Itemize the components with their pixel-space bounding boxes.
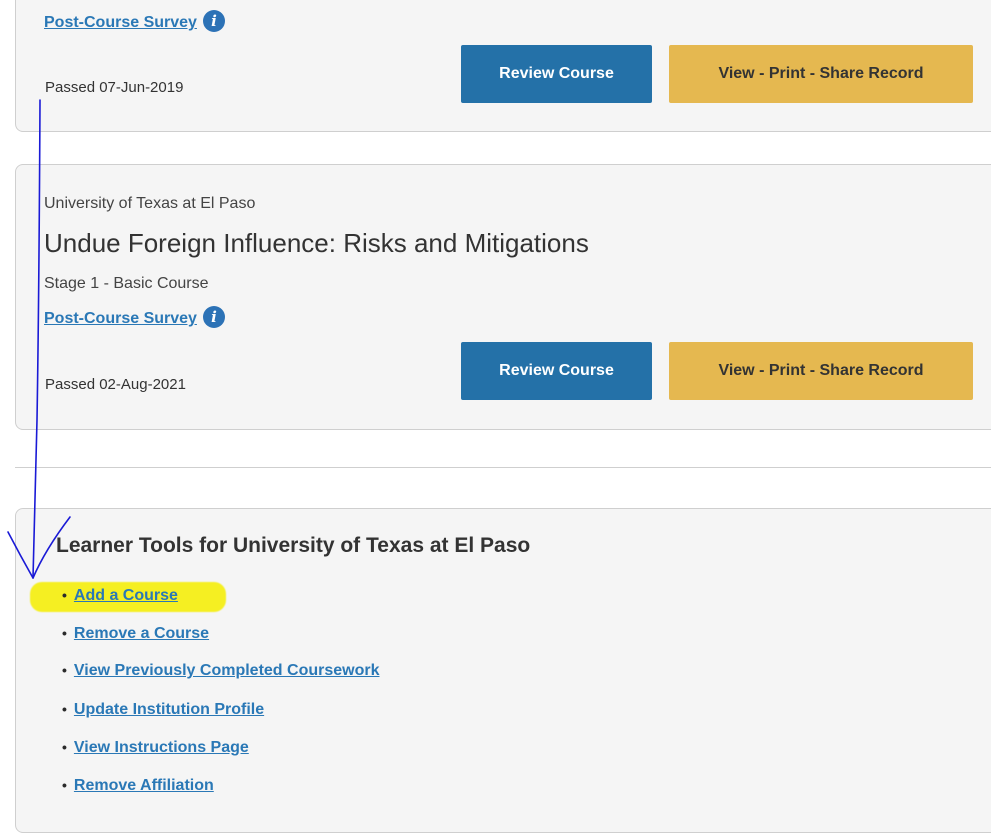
learner-tool-item: • Update Institution Profile (62, 701, 264, 719)
bullet: • (62, 739, 67, 755)
passed-date: Passed 02-Aug-2021 (45, 376, 186, 393)
learner-tool-item: • Remove a Course (62, 625, 209, 643)
review-course-button[interactable]: Review Course (461, 342, 652, 400)
page: Post-Course Survey i Passed 07-Jun-2019 R… (0, 0, 991, 834)
learner-tool-item: • View Instructions Page (62, 739, 249, 757)
add-a-course-link[interactable]: Add a Course (74, 587, 178, 604)
institution-name: University of Texas at El Paso (44, 195, 256, 212)
passed-date: Passed 07-Jun-2019 (45, 79, 184, 96)
view-instructions-page-link[interactable]: View Instructions Page (74, 739, 249, 756)
course-stage: Stage 1 - Basic Course (44, 275, 209, 292)
post-course-survey-link[interactable]: Post-Course Survey (44, 310, 197, 327)
info-icon[interactable]: i (202, 10, 225, 32)
view-print-share-record-button[interactable]: View - Print - Share Record (669, 342, 973, 400)
view-previously-completed-coursework-link[interactable]: View Previously Completed Coursework (74, 662, 380, 679)
post-course-survey-row: Post-Course Survey i (44, 10, 225, 34)
learner-tool-item: • View Previously Completed Coursework (62, 662, 379, 680)
post-course-survey-row: Post-Course Survey i (44, 306, 225, 330)
view-print-share-record-button[interactable]: View - Print - Share Record (669, 45, 973, 103)
post-course-survey-link[interactable]: Post-Course Survey (44, 14, 197, 31)
bullet: • (62, 587, 67, 603)
bullet: • (62, 662, 67, 678)
bullet: • (62, 625, 67, 641)
remove-a-course-link[interactable]: Remove a Course (74, 625, 209, 642)
section-divider (15, 467, 991, 468)
learner-tools-heading: Learner Tools for University of Texas at… (56, 534, 531, 557)
bullet: • (62, 777, 67, 793)
learner-tool-item: • Remove Affiliation (62, 777, 214, 795)
info-icon[interactable]: i (202, 306, 225, 328)
bullet: • (62, 701, 67, 717)
update-institution-profile-link[interactable]: Update Institution Profile (74, 701, 264, 718)
review-course-button[interactable]: Review Course (461, 45, 652, 103)
course-title: Undue Foreign Influence: Risks and Mitig… (44, 228, 589, 258)
learner-tool-item: • Add a Course (62, 587, 178, 605)
remove-affiliation-link[interactable]: Remove Affiliation (74, 777, 214, 794)
